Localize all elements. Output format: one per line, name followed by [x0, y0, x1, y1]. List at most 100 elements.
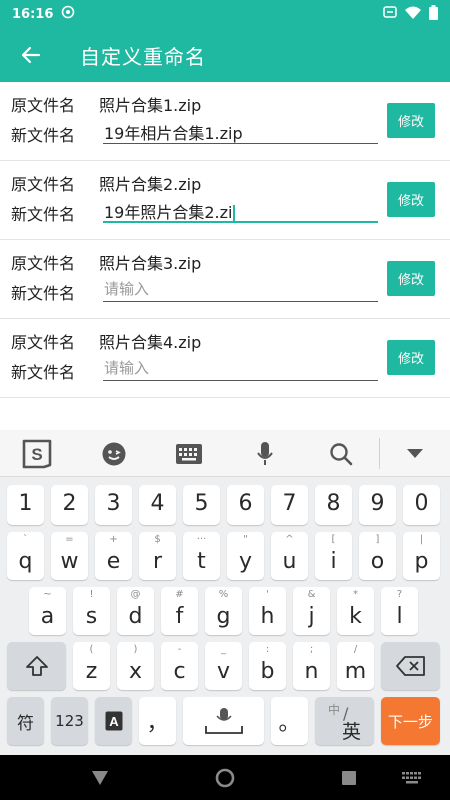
rename-row: 原文件名 照片合集2.zip 新文件名 19年照片合集2.zi 修改 — [0, 161, 450, 240]
back-button[interactable] — [0, 28, 62, 82]
key-i[interactable]: [i — [315, 532, 352, 580]
new-name-label: 新文件名 — [11, 284, 76, 303]
mic-icon[interactable] — [243, 430, 287, 477]
key-q[interactable]: ` q — [7, 532, 44, 580]
key-r[interactable]: $ r — [139, 532, 176, 580]
new-name-input[interactable]: 请输入 — [103, 278, 378, 302]
key-9[interactable]: 9 — [359, 485, 396, 525]
key-d[interactable]: @ d — [117, 587, 154, 635]
shift-icon — [7, 642, 66, 690]
key-u[interactable]: ^ u — [271, 532, 308, 580]
search-icon[interactable] — [319, 430, 363, 477]
keyboard-toolbar: S — [0, 430, 450, 477]
symbols-key[interactable]: 符 — [7, 697, 44, 745]
key-n[interactable]: ; n — [293, 642, 330, 690]
wifi-icon — [405, 6, 421, 23]
emoji-icon[interactable] — [92, 430, 136, 477]
new-name-input[interactable]: 19年相片合集1.zip — [103, 120, 378, 144]
app-notify-icon — [383, 5, 397, 23]
backspace-icon — [381, 642, 440, 690]
comma-key[interactable]: ， — [139, 697, 176, 745]
key-p[interactable]: | p — [403, 532, 440, 580]
new-name-label: 新文件名 — [11, 205, 76, 224]
backspace-key[interactable] — [381, 642, 440, 690]
back-arrow-icon — [21, 46, 41, 64]
original-name-label: 原文件名 — [11, 333, 76, 352]
key-e[interactable]: + e — [95, 532, 132, 580]
shift-key[interactable] — [7, 642, 66, 690]
key-8[interactable]: 8 — [315, 485, 352, 525]
page-title: 自定义重命名 — [80, 44, 206, 69]
language-switch-key[interactable]: 中 / 英 — [315, 697, 374, 745]
space-key[interactable] — [183, 697, 264, 745]
key-a[interactable]: ~ a — [29, 587, 66, 635]
keyboard-switch-icon — [402, 771, 421, 783]
modify-button[interactable]: 修改 — [387, 182, 435, 217]
key-j[interactable]: & j — [293, 587, 330, 635]
new-name-value: 19年照片合集2.zi — [104, 203, 233, 222]
key-6[interactable]: 6 — [227, 485, 264, 525]
numeric-key[interactable]: 123 — [51, 697, 88, 745]
key-z[interactable]: (z — [73, 642, 110, 690]
key-1[interactable]: 1 — [7, 485, 44, 525]
input-mode-icon: A — [95, 697, 132, 745]
key-3[interactable]: 3 — [95, 485, 132, 525]
key-k[interactable]: * k — [337, 587, 374, 635]
key-l[interactable]: ? l — [381, 587, 418, 635]
rename-list: 原文件名 照片合集1.zip 新文件名 19年相片合集1.zip 修改 原文件名… — [0, 82, 450, 398]
new-name-input-focused[interactable]: 19年照片合集2.zi — [103, 199, 378, 223]
rename-row: 原文件名 照片合集4.zip 新文件名 请输入 修改 — [0, 319, 450, 398]
original-file-name: 照片合集3.zip — [99, 254, 202, 273]
collapse-keyboard-icon[interactable] — [395, 430, 435, 477]
new-name-label: 新文件名 — [11, 126, 76, 145]
key-y[interactable]: " y — [227, 532, 264, 580]
next-step-key[interactable]: 下一步 — [381, 697, 440, 745]
status-time: 16:16 — [12, 6, 54, 22]
key-0[interactable]: 0 — [403, 485, 440, 525]
key-w[interactable]: = w — [51, 532, 88, 580]
rename-row: 原文件名 照片合集3.zip 新文件名 请输入 修改 — [0, 240, 450, 319]
key-c[interactable]: -c — [161, 642, 198, 690]
input-mode-key[interactable]: A — [95, 697, 132, 745]
text-cursor — [233, 204, 236, 223]
key-t[interactable]: ··· t — [183, 532, 220, 580]
key-7[interactable]: 7 — [271, 485, 308, 525]
modify-button[interactable]: 修改 — [387, 103, 435, 138]
key-g[interactable]: % g — [205, 587, 242, 635]
nav-keyboard-button[interactable] — [394, 755, 430, 800]
original-file-name: 照片合集4.zip — [99, 333, 202, 352]
status-bar: 16:16 — [0, 0, 450, 28]
key-b[interactable]: :b — [249, 642, 286, 690]
modify-button[interactable]: 修改 — [387, 261, 435, 296]
svg-text:S: S — [31, 445, 42, 464]
app-bar: 自定义重命名 — [0, 28, 450, 82]
key-s[interactable]: ! s — [73, 587, 110, 635]
original-name-label: 原文件名 — [11, 175, 76, 194]
key-m[interactable]: / m — [337, 642, 374, 690]
original-name-label: 原文件名 — [11, 96, 76, 115]
key-4[interactable]: 4 — [139, 485, 176, 525]
nav-back-button[interactable] — [82, 755, 118, 800]
key-o[interactable]: ] o — [359, 532, 396, 580]
original-file-name: 照片合集1.zip — [99, 96, 202, 115]
modify-button[interactable]: 修改 — [387, 340, 435, 375]
nav-recents-button[interactable] — [331, 755, 367, 800]
notification-icon — [61, 5, 75, 23]
new-name-input[interactable]: 请输入 — [103, 357, 378, 381]
key-h[interactable]: ' h — [249, 587, 286, 635]
key-2[interactable]: 2 — [51, 485, 88, 525]
period-key[interactable]: 。 — [271, 697, 308, 745]
keyboard-icon[interactable] — [167, 430, 211, 477]
original-name-label: 原文件名 — [11, 254, 76, 273]
key-f[interactable]: # f — [161, 587, 198, 635]
space-mic-icon — [183, 697, 264, 745]
key-5[interactable]: 5 — [183, 485, 220, 525]
key-v[interactable]: _ v — [205, 642, 242, 690]
nav-home-button[interactable] — [206, 755, 244, 800]
status-icons — [383, 4, 438, 24]
new-name-label: 新文件名 — [11, 363, 76, 382]
battery-icon — [429, 4, 438, 24]
sogou-logo-icon[interactable]: S — [14, 430, 60, 477]
home-circle-icon — [215, 768, 235, 787]
key-x[interactable]: ) x — [117, 642, 154, 690]
